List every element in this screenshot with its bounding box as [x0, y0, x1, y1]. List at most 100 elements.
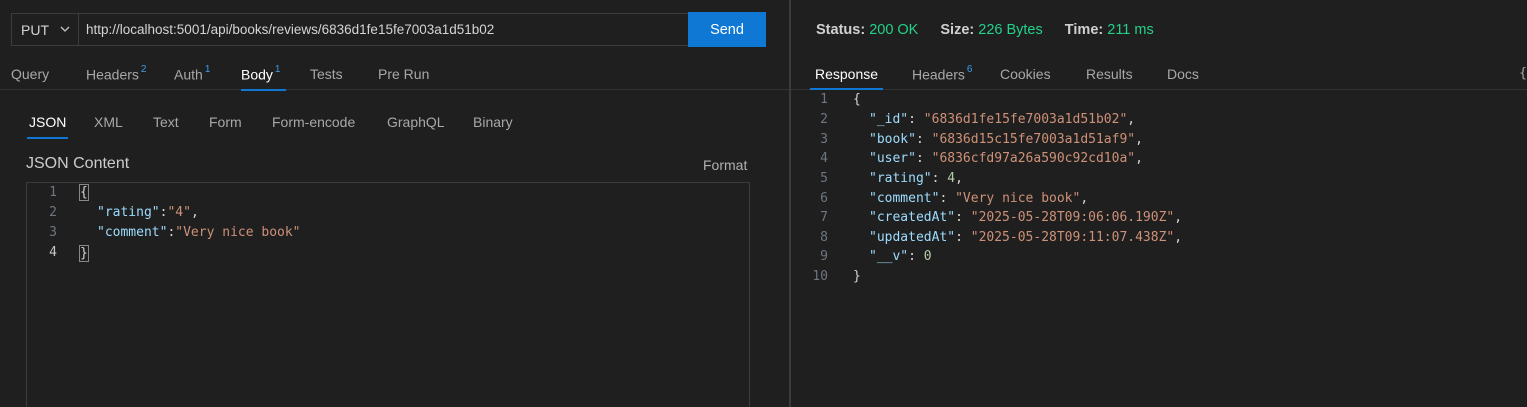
status-label: Status: — [816, 22, 866, 38]
method-select[interactable]: PUT — [11, 13, 79, 46]
json-key: "rating" — [97, 205, 160, 220]
code-line: "comment":"Very nice book" — [97, 225, 301, 240]
code-line: { — [853, 92, 861, 107]
json-value: "2025-05-28T09:11:07.438Z" — [970, 230, 1175, 245]
json-content-title: JSON Content — [26, 155, 130, 172]
size-value: 226 Bytes — [978, 22, 1043, 38]
tab-tests[interactable]: Tests — [310, 66, 343, 82]
tab-label: Auth — [174, 66, 203, 83]
body-type-json[interactable]: JSON — [26, 114, 69, 139]
code-line: { — [79, 184, 89, 201]
tab-label: Headers — [86, 66, 139, 83]
send-button[interactable]: Send — [688, 12, 766, 47]
json-value: "6836cfd97a26a590c92cd10a" — [931, 151, 1136, 166]
tab-label: Results — [1086, 66, 1133, 82]
body-type-form[interactable]: Form — [209, 114, 242, 130]
json-comma: , — [1174, 210, 1183, 225]
body-type-form-encode[interactable]: Form-encode — [272, 114, 355, 130]
line-number: 3 — [820, 132, 828, 147]
line-number: 5 — [820, 171, 828, 186]
body-type-xml[interactable]: XML — [94, 114, 123, 130]
line-number: 3 — [49, 225, 57, 240]
line-number: 2 — [820, 112, 828, 127]
format-button[interactable]: Format — [703, 157, 747, 173]
code-line: "createdAt": "2025-05-28T09:06:06.190Z", — [869, 210, 1183, 225]
line-number: 1 — [820, 92, 828, 107]
json-value: "Very nice book" — [175, 225, 301, 240]
tab-label: Tests — [310, 66, 343, 82]
json-key: "__v" — [869, 249, 909, 264]
tab-response-headers[interactable]: Headers 6 — [912, 64, 973, 83]
json-key: "_id" — [869, 112, 909, 127]
clipped-brace-glyph: { — [1519, 66, 1527, 81]
request-tabs: Query Headers 2 Auth 1 Body 1 Tests Pre Run — [0, 60, 789, 91]
time-label: Time: — [1064, 22, 1104, 38]
request-panel: PUT http://localhost:5001/api/books/revi… — [0, 0, 789, 407]
body-type-tabs: JSON XML Text Form Form-encode GraphQL B… — [0, 108, 789, 139]
response-tabs: Response Headers 6 Cookies Results Docs — [791, 60, 1527, 90]
line-number: 10 — [812, 269, 828, 284]
code-line: "_id": "6836d1fe15fe7003a1d51b02", — [869, 112, 1136, 127]
json-value: "4" — [167, 205, 191, 220]
code-line: "rating": 4, — [869, 171, 963, 186]
json-comma: , — [1080, 191, 1089, 206]
json-key: "book" — [869, 132, 916, 147]
tab-label: Headers — [912, 66, 965, 83]
url-input[interactable]: http://localhost:5001/api/books/reviews/… — [79, 13, 689, 46]
json-value: "2025-05-28T09:06:06.190Z" — [970, 210, 1175, 225]
brace: { — [79, 184, 89, 201]
json-value: 4 — [947, 171, 956, 186]
json-comma: , — [1135, 132, 1143, 147]
body-type-graphql[interactable]: GraphQL — [387, 114, 445, 130]
tab-docs[interactable]: Docs — [1167, 66, 1199, 82]
tab-cookies[interactable]: Cookies — [1000, 66, 1051, 82]
code-line: "rating":"4", — [97, 205, 199, 220]
size-label: Size: — [940, 22, 975, 38]
json-comma: , — [190, 205, 199, 220]
code-line: "__v": 0 — [869, 249, 932, 264]
line-number: 2 — [49, 205, 57, 220]
url-value: http://localhost:5001/api/books/reviews/… — [86, 22, 495, 37]
tab-response[interactable]: Response — [809, 66, 884, 90]
line-number: 4 — [820, 151, 828, 166]
response-panel: Status: 200 OK Size: 226 Bytes Time: 211… — [791, 0, 1527, 407]
tab-badge: 2 — [140, 64, 147, 75]
body-type-binary[interactable]: Binary — [473, 114, 513, 130]
brace: } — [79, 245, 89, 262]
code-line: "book": "6836d15c15fe7003a1d51af9", — [869, 132, 1143, 147]
json-key: "comment" — [869, 191, 940, 206]
code-line: } — [853, 269, 861, 284]
json-comma: , — [1174, 230, 1183, 245]
tab-auth[interactable]: Auth 1 — [174, 64, 211, 83]
response-status-row: Status: 200 OK Size: 226 Bytes Time: 211… — [816, 22, 1172, 38]
json-comma: , — [1135, 151, 1143, 166]
line-number: 7 — [820, 210, 828, 225]
tab-badge: 6 — [966, 64, 973, 75]
line-number: 4 — [49, 245, 57, 260]
text-cursor — [87, 245, 89, 260]
json-value: "6836d1fe15fe7003a1d51b02" — [923, 112, 1128, 127]
line-number: 6 — [820, 191, 828, 206]
line-number: 9 — [820, 249, 828, 264]
tab-badge: 1 — [204, 64, 211, 75]
tab-pre-run[interactable]: Pre Run — [378, 66, 429, 82]
tab-label: Body — [241, 66, 273, 83]
tab-body[interactable]: Body 1 — [241, 64, 288, 91]
body-editor[interactable]: 1 { 2 "rating":"4", 3 "comment":"Very ni… — [26, 182, 750, 407]
tab-results[interactable]: Results — [1086, 66, 1133, 82]
time-value: 211 ms — [1107, 22, 1154, 38]
code-line: "updatedAt": "2025-05-28T09:11:07.438Z", — [869, 230, 1183, 245]
json-value: "6836d15c15fe7003a1d51af9" — [931, 132, 1136, 147]
body-type-text[interactable]: Text — [153, 114, 179, 130]
tab-query[interactable]: Query — [11, 66, 49, 82]
json-comma: , — [955, 171, 963, 186]
json-comma: , — [1127, 112, 1136, 127]
tab-headers[interactable]: Headers 2 — [86, 64, 147, 83]
method-value: PUT — [21, 21, 49, 38]
response-viewer[interactable]: 1 { 2 "_id": "6836d1fe15fe7003a1d51b02",… — [791, 91, 1527, 407]
json-key: "createdAt" — [869, 210, 956, 225]
json-key: "updatedAt" — [869, 230, 956, 245]
json-key: "user" — [869, 151, 916, 166]
code-line: } — [79, 245, 89, 262]
tab-label: Query — [11, 66, 50, 82]
